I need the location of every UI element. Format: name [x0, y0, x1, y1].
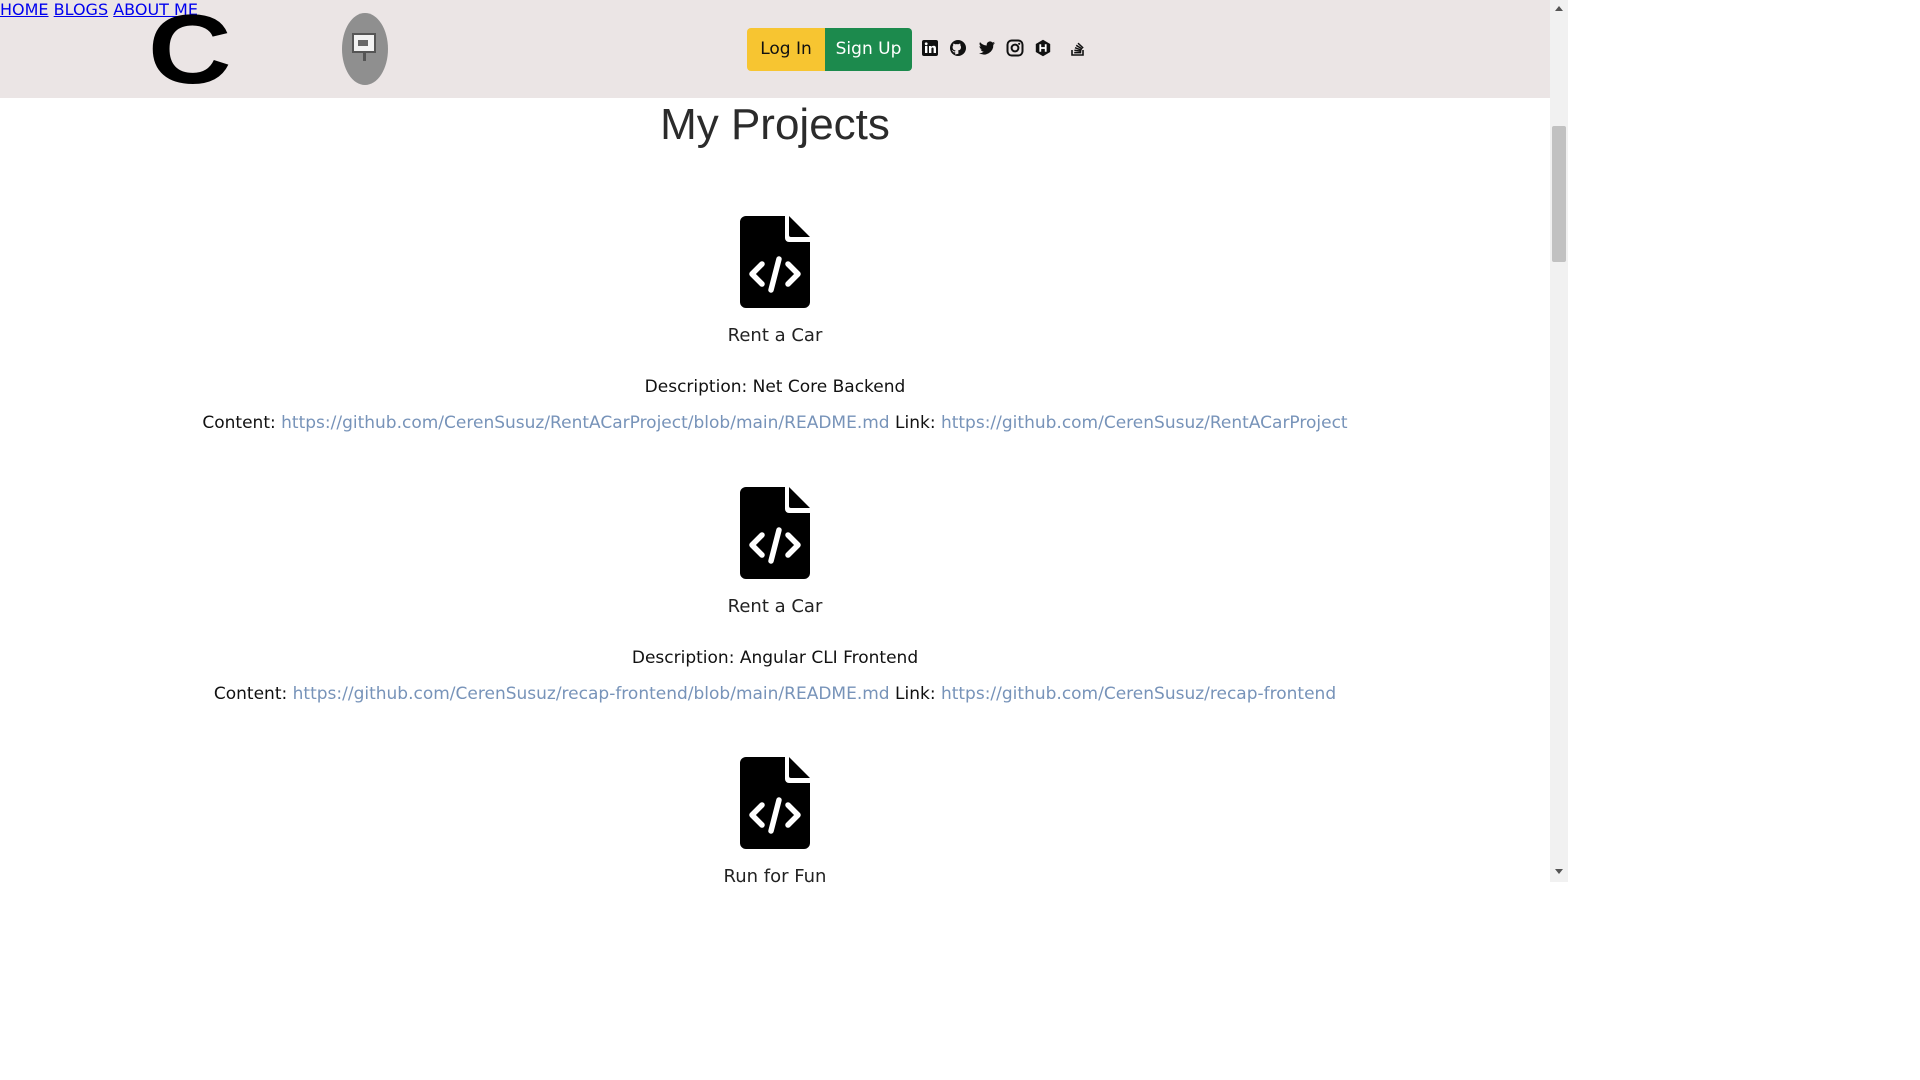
project-card: Rent a Car Description: Net Core Backend… — [0, 216, 1550, 434]
scroll-down-arrow-icon[interactable] — [1555, 869, 1563, 874]
file-code-icon — [740, 757, 810, 849]
repo-link[interactable]: https://github.com/CerenSusuz/recap-fron… — [941, 684, 1336, 704]
nav-home[interactable]: HOME — [0, 0, 49, 19]
project-description: Description: Angular CLI Frontend — [631, 648, 919, 668]
hashnode-icon[interactable] — [1033, 38, 1053, 58]
project-card: Run for Fun — [0, 757, 1550, 889]
project-links: Content: https://github.com/CerenSusuz/r… — [0, 683, 1550, 705]
twitter-icon[interactable] — [977, 38, 997, 58]
content-label: Content: — [202, 413, 276, 433]
presentation-stand — [363, 53, 366, 61]
site-logo[interactable]: C — [148, 0, 232, 98]
instagram-icon[interactable] — [1005, 38, 1025, 58]
linkedin-icon[interactable] — [920, 38, 940, 58]
project-name: Rent a Car — [727, 325, 823, 346]
file-code-icon — [740, 487, 810, 579]
content-label: Content: — [213, 684, 288, 704]
login-button[interactable]: Log In — [747, 28, 825, 71]
stackoverflow-icon[interactable] — [1068, 38, 1088, 58]
nav-blogs[interactable]: BLOGS — [54, 0, 108, 19]
page-title: My Projects — [660, 100, 890, 149]
content-link[interactable]: https://github.com/CerenSusuz/RentACarPr… — [281, 413, 889, 433]
scroll-up-arrow-icon[interactable] — [1555, 6, 1563, 11]
presentation-icon — [352, 33, 376, 53]
link-label: Link: — [895, 413, 936, 433]
project-card: Rent a Car Description: Angular CLI Fron… — [0, 487, 1550, 705]
avatar — [342, 13, 388, 85]
repo-link[interactable]: https://github.com/CerenSusuz/RentACarPr… — [941, 413, 1348, 433]
project-links: Content: https://github.com/CerenSusuz/R… — [0, 412, 1550, 434]
link-label: Link: — [895, 684, 936, 704]
project-name: Rent a Car — [727, 596, 823, 617]
file-code-icon — [740, 216, 810, 308]
vertical-scrollbar[interactable] — [1550, 0, 1568, 882]
github-icon[interactable] — [948, 38, 968, 58]
content-link[interactable]: https://github.com/CerenSusuz/recap-fron… — [293, 684, 890, 704]
signup-button[interactable]: Sign Up — [825, 28, 912, 71]
main-nav: HOME BLOGS ABOUT ME — [0, 0, 1550, 19]
project-name: Run for Fun — [723, 866, 827, 887]
site-header: C HOME BLOGS ABOUT ME Log In Sign Up — [0, 0, 1550, 98]
scrollbar-thumb[interactable] — [1552, 126, 1566, 262]
project-description: Description: Net Core Backend — [644, 377, 906, 397]
